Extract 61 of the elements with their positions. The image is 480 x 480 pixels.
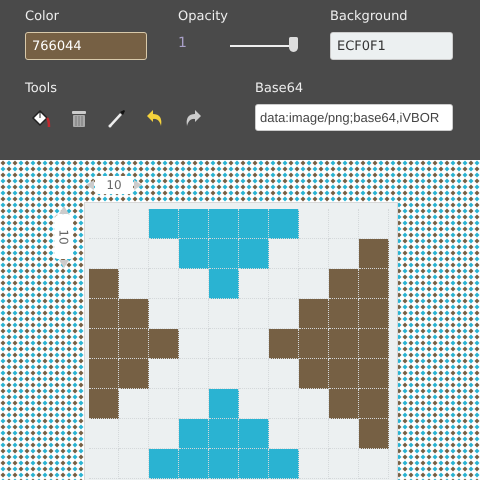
pixel[interactable] bbox=[329, 299, 359, 329]
pixel[interactable] bbox=[89, 329, 119, 359]
pixel[interactable] bbox=[89, 389, 119, 419]
pixel[interactable] bbox=[179, 419, 209, 449]
background-field[interactable]: ECF0F1 bbox=[330, 32, 453, 60]
pixel[interactable] bbox=[89, 269, 119, 299]
pixel[interactable] bbox=[119, 299, 149, 329]
opacity-value: 1 bbox=[178, 35, 188, 51]
right-arrow-icon[interactable] bbox=[134, 180, 142, 190]
pixel[interactable] bbox=[89, 299, 119, 329]
pixel[interactable] bbox=[359, 299, 389, 329]
pixel[interactable] bbox=[359, 329, 389, 359]
pixel[interactable] bbox=[329, 359, 359, 389]
pixel[interactable] bbox=[119, 329, 149, 359]
pixel[interactable] bbox=[239, 419, 269, 449]
pixel[interactable] bbox=[329, 269, 359, 299]
left-arrow-icon[interactable] bbox=[86, 180, 94, 190]
pixel[interactable] bbox=[209, 209, 239, 239]
pixel[interactable] bbox=[119, 359, 149, 389]
pixel[interactable] bbox=[89, 359, 119, 389]
pixel[interactable] bbox=[329, 389, 359, 419]
pixel[interactable] bbox=[239, 449, 269, 479]
pixel[interactable] bbox=[269, 209, 299, 239]
opacity-slider[interactable] bbox=[289, 37, 298, 52]
pixel[interactable] bbox=[149, 329, 179, 359]
pixel[interactable] bbox=[359, 239, 389, 269]
pixel[interactable] bbox=[149, 449, 179, 479]
pixel[interactable] bbox=[239, 209, 269, 239]
height-handle[interactable]: 10 bbox=[55, 215, 73, 259]
color-field[interactable]: 766044 bbox=[25, 32, 147, 60]
pixel[interactable] bbox=[359, 359, 389, 389]
opacity-label: Opacity bbox=[178, 8, 230, 26]
pixel[interactable] bbox=[269, 449, 299, 479]
pixel[interactable] bbox=[179, 449, 209, 479]
pixel[interactable] bbox=[209, 449, 239, 479]
tools-label: Tools bbox=[25, 80, 58, 98]
pixel[interactable] bbox=[149, 209, 179, 239]
base64-label: Base64 bbox=[255, 80, 304, 98]
pixel[interactable] bbox=[209, 269, 239, 299]
up-arrow-icon[interactable] bbox=[59, 206, 69, 214]
pixel[interactable] bbox=[359, 419, 389, 449]
background-label: Background bbox=[330, 8, 409, 26]
pixel[interactable] bbox=[179, 239, 209, 269]
pixel[interactable] bbox=[179, 209, 209, 239]
pixel[interactable] bbox=[209, 389, 239, 419]
down-arrow-icon[interactable] bbox=[59, 260, 69, 268]
color-label: Color bbox=[25, 8, 60, 26]
pixel[interactable] bbox=[209, 419, 239, 449]
pixel[interactable] bbox=[359, 389, 389, 419]
pixel[interactable] bbox=[359, 269, 389, 299]
pixel[interactable] bbox=[329, 329, 359, 359]
pixel[interactable] bbox=[209, 239, 239, 269]
base64-field[interactable]: data:image/png;base64,iVBOR bbox=[255, 104, 453, 131]
pixel[interactable] bbox=[269, 329, 299, 359]
pixel[interactable] bbox=[239, 239, 269, 269]
width-handle[interactable]: 10 bbox=[95, 176, 133, 194]
pixel[interactable] bbox=[299, 359, 329, 389]
paint-bucket-icon[interactable] bbox=[30, 107, 52, 129]
eyedropper-icon[interactable] bbox=[106, 107, 128, 129]
pixel[interactable] bbox=[299, 329, 329, 359]
pixel[interactable] bbox=[299, 299, 329, 329]
